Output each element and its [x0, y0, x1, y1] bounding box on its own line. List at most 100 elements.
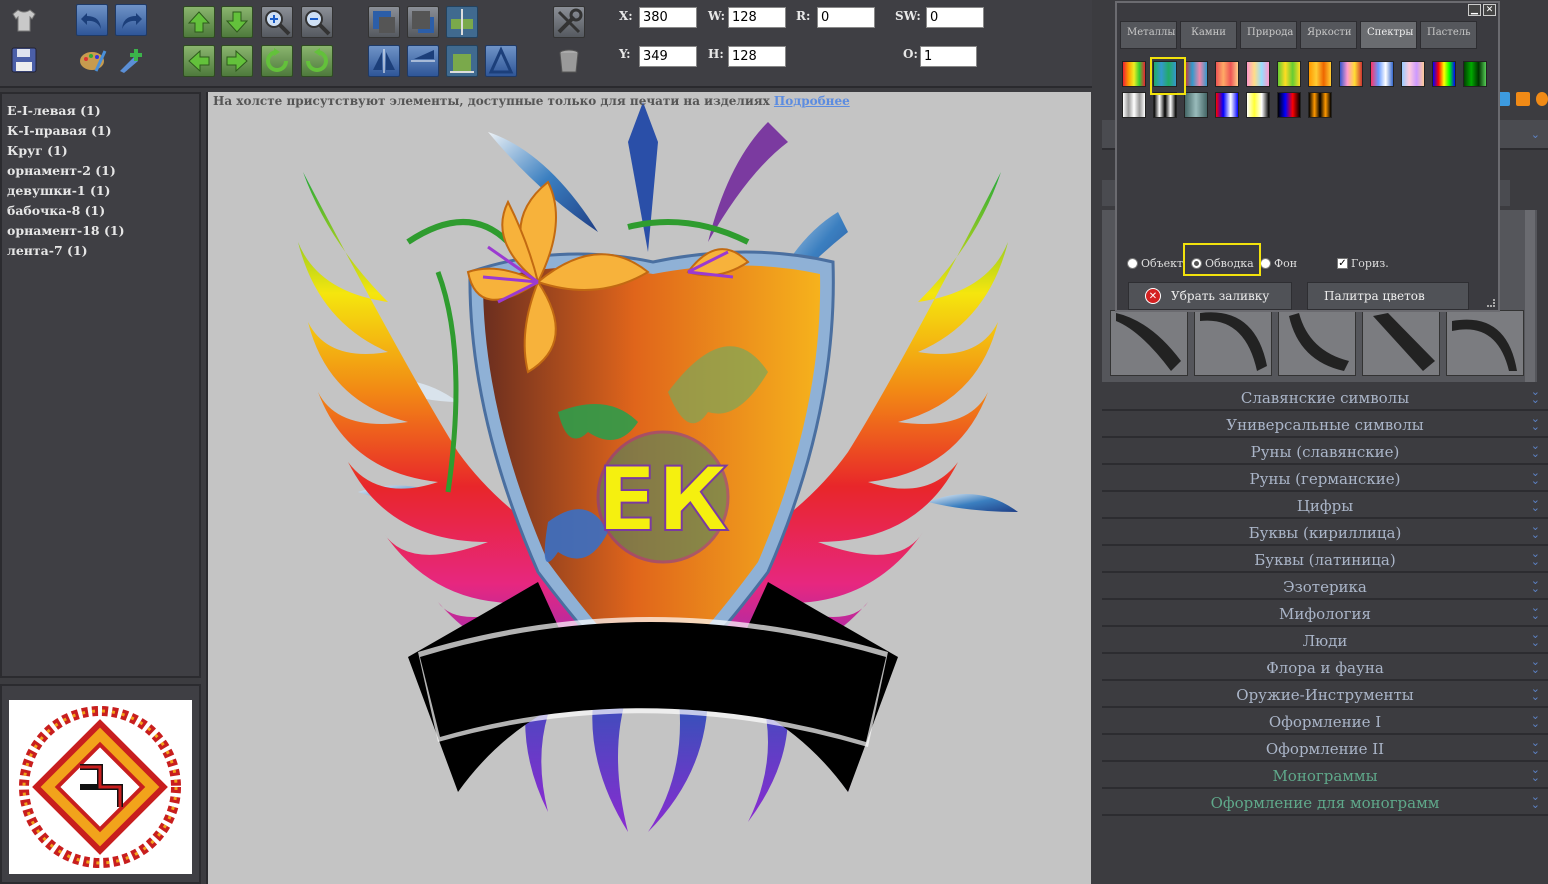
color-palette-icon[interactable]	[76, 44, 108, 76]
gradient-swatch[interactable]	[1246, 61, 1270, 87]
category-item[interactable]: Оружие-Инструменты ⌄ ⌄	[1102, 683, 1548, 708]
ribbon-shape-thumb[interactable]	[1194, 310, 1272, 376]
add-image-icon[interactable]	[115, 44, 147, 76]
opacity-input[interactable]: 1	[920, 46, 977, 67]
checkbox-icon[interactable]: ✓	[1337, 258, 1348, 269]
align-center-icon[interactable]	[446, 6, 478, 38]
layer-item[interactable]: К-I-правая (1)	[7, 121, 194, 141]
ribbon-shape-thumb[interactable]	[1446, 310, 1524, 376]
minimize-icon[interactable]: ▁	[1468, 4, 1481, 16]
gradient-swatch[interactable]	[1215, 61, 1239, 87]
ribbon-shape-thumb[interactable]	[1110, 310, 1188, 376]
flip-vertical-icon[interactable]	[368, 45, 400, 77]
flip-horizontal-icon[interactable]	[407, 45, 439, 77]
zoom-out-icon[interactable]	[301, 6, 333, 38]
r-input[interactable]: 0	[817, 7, 875, 28]
move-right-icon[interactable]	[221, 45, 253, 77]
move-up-icon[interactable]	[183, 6, 215, 38]
remove-fill-button[interactable]: ✕ Убрать заливку	[1128, 282, 1292, 310]
shapes-scrollbar[interactable]	[1525, 210, 1535, 382]
perspective-icon[interactable]	[485, 45, 517, 77]
category-item[interactable]: Буквы (латиница) ⌄ ⌄	[1102, 548, 1548, 573]
details-link[interactable]: Подробнее	[774, 94, 850, 108]
tshirt-icon[interactable]	[8, 4, 40, 36]
gradient-swatch[interactable]	[1370, 61, 1394, 87]
ribbon-shape-thumb[interactable]	[1362, 310, 1440, 376]
category-item[interactable]: Буквы (кириллица) ⌄ ⌄	[1102, 521, 1548, 546]
category-item[interactable]: Монограммы ⌄ ⌄	[1102, 764, 1548, 789]
tab-nature[interactable]: Природа	[1240, 21, 1297, 49]
gradient-swatch[interactable]	[1401, 61, 1425, 87]
category-item[interactable]: Славянские символы ⌄ ⌄	[1102, 386, 1548, 411]
tab-spectra[interactable]: Спектры	[1360, 21, 1417, 49]
move-left-icon[interactable]	[183, 45, 215, 77]
gradient-swatch[interactable]	[1463, 61, 1487, 87]
gradient-swatch[interactable]	[1277, 92, 1301, 118]
save-icon[interactable]	[8, 44, 40, 76]
category-item[interactable]: Оформление I ⌄ ⌄	[1102, 710, 1548, 735]
resize-handle[interactable]	[1487, 299, 1495, 307]
tools-icon[interactable]	[553, 6, 585, 38]
send-back-icon[interactable]	[407, 6, 439, 38]
category-item[interactable]: Руны (славянские) ⌄ ⌄	[1102, 440, 1548, 465]
gradient-swatch[interactable]	[1184, 61, 1208, 87]
tab-metals[interactable]: Металлы	[1120, 21, 1177, 49]
undo-icon[interactable]	[76, 4, 108, 36]
w-input[interactable]: 128	[728, 7, 786, 28]
zoom-in-icon[interactable]	[261, 6, 293, 38]
trash-icon[interactable]	[553, 45, 585, 77]
layer-item[interactable]: девушки-1 (1)	[7, 181, 194, 201]
gradient-swatch[interactable]	[1122, 61, 1146, 87]
category-item[interactable]: Руны (германские) ⌄ ⌄	[1102, 467, 1548, 492]
mail-icon[interactable]	[1536, 92, 1548, 106]
horizontal-checkbox[interactable]: ✓ Гориз.	[1337, 257, 1389, 270]
category-item[interactable]: Оформление для монограмм ⌄ ⌄	[1102, 791, 1548, 816]
radio-object-button[interactable]	[1127, 258, 1138, 269]
bring-front-icon[interactable]	[368, 6, 400, 38]
category-item[interactable]: Цифры ⌄ ⌄	[1102, 494, 1548, 519]
gradient-swatch[interactable]	[1339, 61, 1363, 87]
gradient-swatch[interactable]	[1432, 61, 1456, 87]
gradient-swatch[interactable]	[1277, 61, 1301, 87]
radio-object[interactable]: Объект	[1127, 257, 1183, 270]
design-canvas[interactable]: ЕК На холсте присутствуют элементы, дост…	[206, 92, 1091, 884]
gradient-swatch[interactable]	[1246, 92, 1270, 118]
tab-stones[interactable]: Камни	[1180, 21, 1237, 49]
align-bottom-icon[interactable]	[446, 45, 478, 77]
rotate-right-icon[interactable]	[301, 45, 333, 77]
layer-item[interactable]: орнамент-2 (1)	[7, 161, 194, 181]
category-item[interactable]: Универсальные символы ⌄ ⌄	[1102, 413, 1548, 438]
h-input[interactable]: 128	[728, 46, 786, 67]
category-item[interactable]: Мифология ⌄ ⌄	[1102, 602, 1548, 627]
tab-brightness[interactable]: Яркости	[1300, 21, 1357, 49]
category-item[interactable]: Эзотерика ⌄ ⌄	[1102, 575, 1548, 600]
gradient-swatch[interactable]	[1215, 92, 1239, 118]
color-palette-button[interactable]: Палитра цветов	[1307, 282, 1469, 310]
category-item[interactable]: Оформление II ⌄ ⌄	[1102, 737, 1548, 762]
tab-pastel[interactable]: Пастель	[1420, 21, 1477, 49]
gradient-swatch[interactable]	[1184, 92, 1208, 118]
sw-input[interactable]: 0	[926, 7, 984, 28]
redo-icon[interactable]	[115, 4, 147, 36]
rotate-left-icon[interactable]	[261, 45, 293, 77]
move-down-icon[interactable]	[221, 6, 253, 38]
layer-item[interactable]: E-I-левая (1)	[7, 101, 194, 121]
category-item[interactable]: Люди ⌄ ⌄	[1102, 629, 1548, 654]
gradient-swatch[interactable]	[1122, 92, 1146, 118]
emblem-artwork[interactable]: ЕК	[208, 92, 1091, 884]
radio-background[interactable]: Фон	[1260, 257, 1297, 270]
x-input[interactable]: 380	[639, 7, 697, 28]
close-icon[interactable]: ✕	[1483, 4, 1496, 16]
gradient-swatch[interactable]	[1153, 92, 1177, 118]
ribbon-shape-thumb[interactable]	[1278, 310, 1356, 376]
layer-item[interactable]: лента-7 (1)	[7, 241, 194, 261]
layer-item[interactable]: орнамент-18 (1)	[7, 221, 194, 241]
gradient-swatch[interactable]	[1308, 61, 1332, 87]
chevron-down-icon[interactable]: ⌄	[1531, 128, 1540, 141]
category-item[interactable]: Флора и фауна ⌄ ⌄	[1102, 656, 1548, 681]
layer-item[interactable]: бабочка-8 (1)	[7, 201, 194, 221]
radio-background-button[interactable]	[1260, 258, 1271, 269]
gradient-swatch[interactable]	[1308, 92, 1332, 118]
y-input[interactable]: 349	[639, 46, 697, 67]
layer-item[interactable]: Круг (1)	[7, 141, 194, 161]
